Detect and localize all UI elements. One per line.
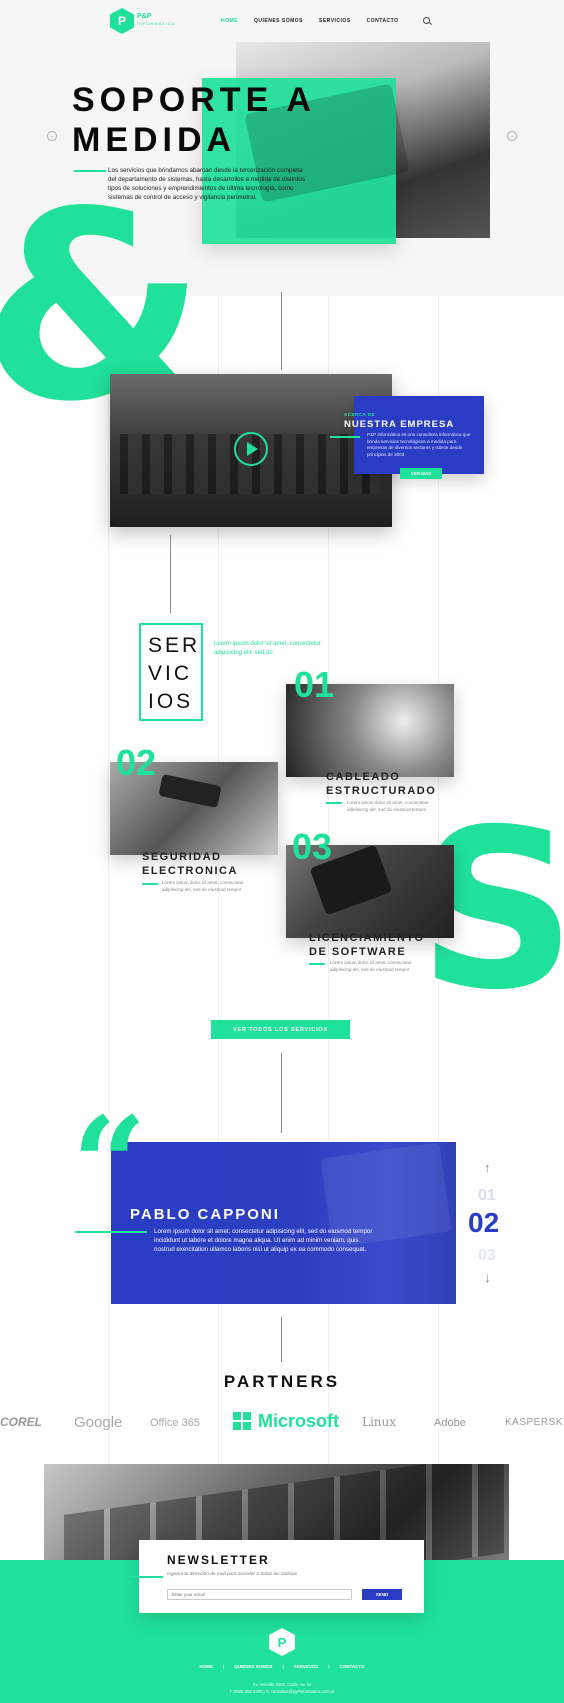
pager-up-arrow[interactable]: ↑ — [484, 1160, 491, 1175]
service-title-line: ELECTRONICA — [142, 865, 238, 877]
play-button[interactable] — [234, 432, 268, 466]
services-intro: Lorem ipsum dolor sit amet, consectetur … — [214, 641, 321, 656]
pager-item-02[interactable]: 02 — [468, 1207, 499, 1239]
service-accent-line — [309, 963, 325, 965]
services-title-line: VIC — [148, 662, 193, 685]
connector-line — [281, 1317, 282, 1362]
hero-title: SOPORTE A MEDIDA — [72, 80, 316, 160]
footer-nav-contacto[interactable]: CONTACTO — [339, 1664, 364, 1669]
service-title-line: SEGURIDAD — [142, 851, 222, 863]
pager-item-03[interactable]: 03 — [478, 1247, 496, 1265]
about-more-button[interactable]: VER MAS — [400, 468, 442, 479]
about-accent-line — [330, 436, 360, 438]
newsletter-accent-line — [113, 1576, 163, 1578]
footer-contact: T: 0800-362-2330 | E: consultas@pyPinfor… — [229, 1689, 335, 1694]
connector-line — [281, 292, 282, 370]
service-licencia-text: Lorem ipsum dolor sit amet, consectetur … — [330, 960, 412, 972]
service-seguridad-title: SEGURIDAD ELECTRONICA — [142, 850, 238, 878]
services-title: SER VIC IOS — [148, 632, 200, 716]
service-seguridad-text: Lorem ipsum dolor sit amet, consectetur … — [162, 880, 244, 892]
footer-nav-home[interactable]: HOME — [199, 1664, 213, 1669]
hero-next-arrow[interactable]: → — [507, 131, 517, 141]
newsletter-title: NEWSLETTER — [167, 1553, 270, 1567]
partner-microsoft-logo[interactable]: Microsoft — [258, 1411, 339, 1432]
service-title-line: LICENCIAMIENTO — [309, 932, 425, 944]
hero-title-line2: MEDIDA — [72, 121, 237, 159]
services-title-line: IOS — [148, 690, 194, 713]
connector-line — [281, 1053, 282, 1133]
pager-down-arrow[interactable]: ↓ — [484, 1270, 491, 1285]
play-icon — [247, 442, 258, 456]
service-number: 01 — [294, 664, 335, 705]
partner-kaspersky-logo[interactable]: KASPERSKY — [505, 1417, 564, 1428]
about-text: P&P Informática es una consultora inform… — [367, 432, 471, 457]
testimonial-card — [111, 1142, 456, 1304]
newsletter-send-button[interactable]: SEND — [362, 1589, 402, 1600]
services-title-line: SER — [148, 634, 201, 657]
partner-linux-logo[interactable]: Linux — [362, 1415, 396, 1429]
service-accent-line — [326, 802, 342, 804]
footer-address: Av. Avenida 2300, Cadiz, Av. bs — [252, 1682, 312, 1687]
newsletter-subtitle: Ingresa tu direccion de mail para accede… — [167, 1572, 298, 1577]
partner-office-logo[interactable]: Office 365 — [150, 1417, 200, 1429]
partner-adobe-logo[interactable]: Adobe — [434, 1417, 466, 1429]
pager-item-01[interactable]: 01 — [478, 1187, 496, 1205]
logo-glyph: P — [277, 1634, 287, 1650]
partner-corel-logo[interactable]: COREL — [0, 1415, 52, 1429]
partners-title: PARTNERS — [223, 1372, 341, 1391]
nav-contacto[interactable]: CONTACTO — [367, 18, 399, 24]
about-title: NUESTRA EMPRESA — [344, 419, 455, 430]
logo-glyph: P — [117, 14, 126, 28]
testimonial-accent-line — [75, 1231, 147, 1233]
footer-nav-servicios[interactable]: SERVICIOS — [294, 1664, 318, 1669]
service-licencia-title: LICENCIAMIENTO DE SOFTWARE — [309, 931, 425, 959]
brand-sub: INFORMATICA — [137, 21, 176, 26]
footer-nav: HOME | QUIENES SOMOS | SERVICIOS | CONTACTO — [199, 1664, 365, 1669]
about-kicker: ACERCA DE — [344, 412, 376, 417]
main-nav: HOME QUIENES SOMOS SERVICIOS CONTACTO — [221, 18, 399, 24]
service-number: 02 — [116, 742, 157, 783]
testimonial-text: Lorem ipsum dolor sit amet, consectetur … — [154, 1228, 373, 1253]
service-title-line: DE SOFTWARE — [309, 946, 407, 958]
footer-nav-quienes-somos[interactable]: QUIENES SOMOS — [234, 1664, 272, 1669]
service-accent-line — [142, 883, 158, 885]
brand-name: P&P — [137, 13, 152, 20]
nav-home[interactable]: HOME — [221, 18, 238, 24]
service-number: 03 — [292, 826, 333, 867]
nav-quienes-somos[interactable]: QUIENES SOMOS — [254, 18, 303, 24]
hero-title-line1: SOPORTE A — [72, 81, 316, 119]
newsletter-email-input[interactable] — [167, 1589, 352, 1600]
all-services-button[interactable]: VER TODOS LOS SERVICIOS — [211, 1020, 350, 1039]
hero-prev-arrow[interactable]: ← — [47, 131, 57, 141]
testimonial-name: PABLO CAPPONI — [130, 1206, 280, 1223]
microsoft-windows-icon — [233, 1412, 251, 1430]
search-icon[interactable] — [423, 17, 432, 26]
connector-line — [170, 535, 171, 613]
nav-servicios[interactable]: SERVICIOS — [319, 18, 351, 24]
partner-google-logo[interactable]: Google — [74, 1414, 122, 1431]
